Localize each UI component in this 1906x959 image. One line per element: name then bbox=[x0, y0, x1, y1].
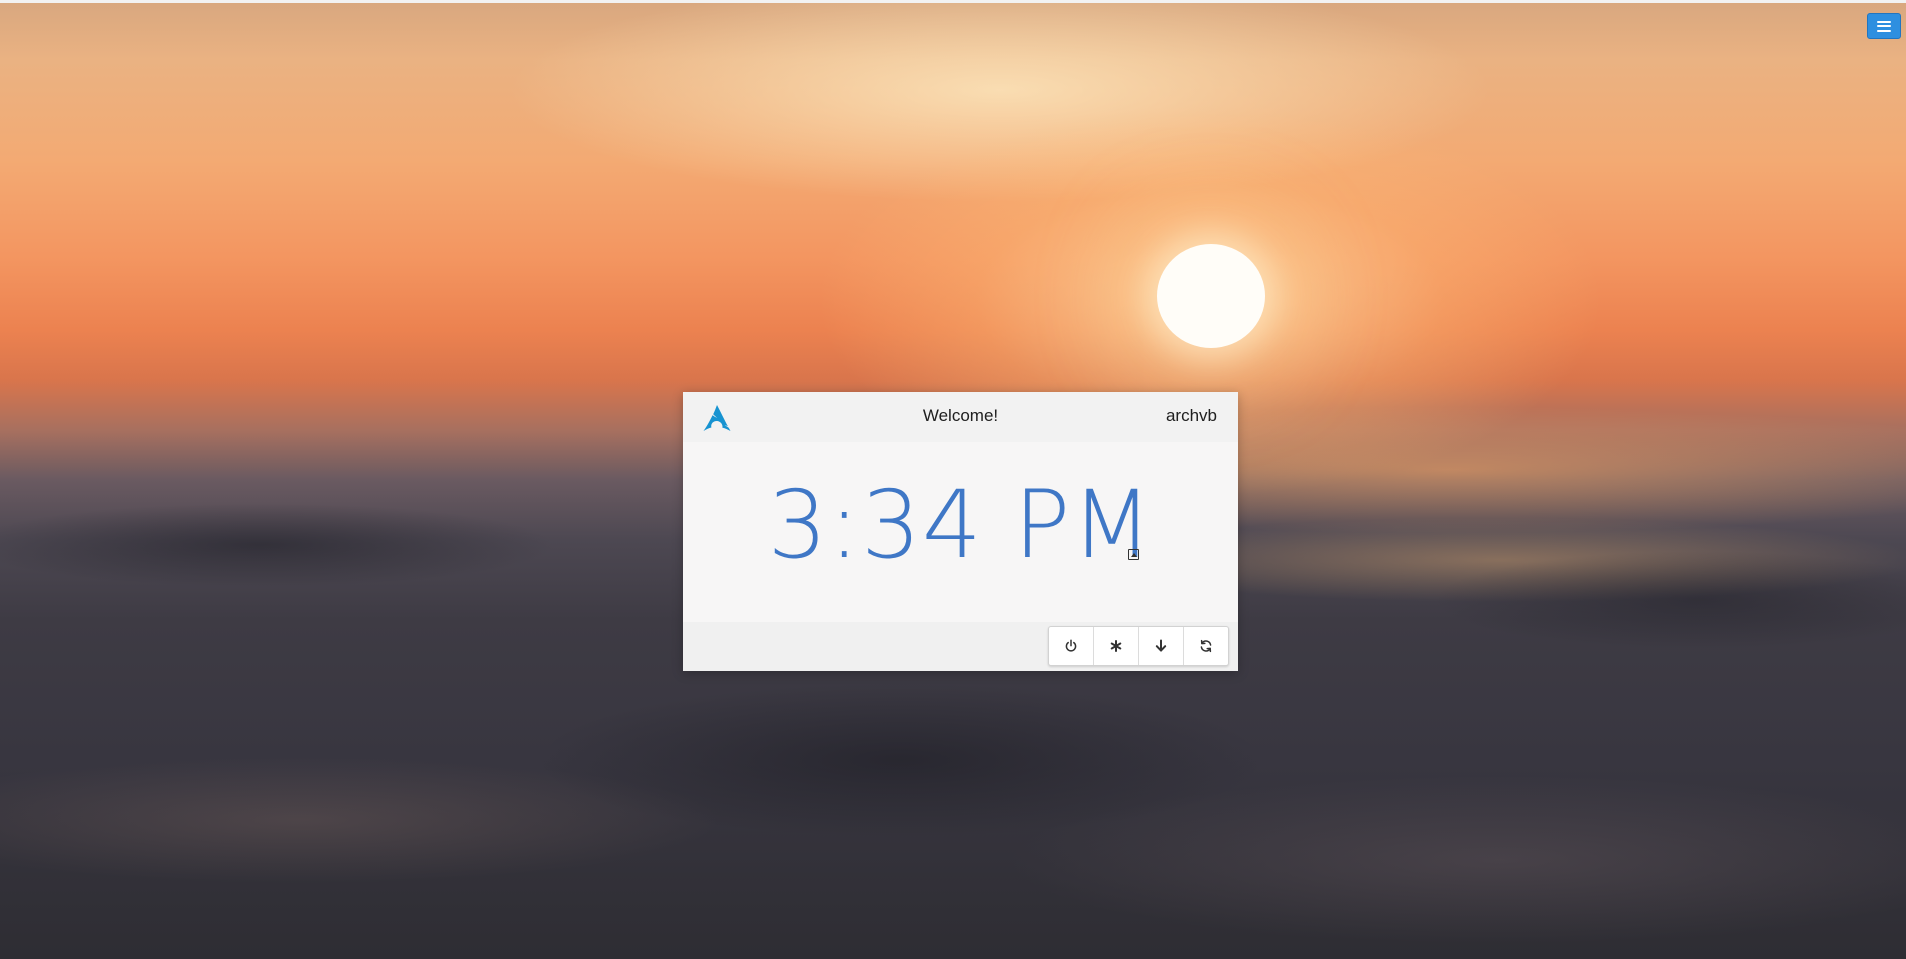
greeter-body: 3:34 PM bbox=[683, 442, 1238, 622]
hibernate-button[interactable] bbox=[1094, 627, 1139, 665]
system-actions-group bbox=[1048, 626, 1229, 666]
wallpaper-sun bbox=[1157, 244, 1265, 348]
shutdown-button[interactable] bbox=[1049, 627, 1094, 665]
restart-button[interactable] bbox=[1184, 627, 1228, 665]
welcome-message: Welcome! bbox=[922, 406, 999, 425]
hamburger-menu-icon bbox=[1877, 20, 1891, 32]
power-icon bbox=[1065, 639, 1077, 652]
eject-icon[interactable] bbox=[1128, 549, 1139, 560]
greeter-footer bbox=[683, 622, 1238, 671]
refresh-icon bbox=[1200, 639, 1212, 653]
menu-button[interactable] bbox=[1867, 13, 1901, 39]
hostname-label: archvb bbox=[1165, 406, 1217, 425]
clock-display: 3:34 PM bbox=[767, 471, 1154, 580]
top-edge-line bbox=[0, 0, 1906, 3]
greeter-header: Welcome! archvb bbox=[683, 392, 1238, 442]
asterisk-icon bbox=[1110, 640, 1122, 652]
desktop: Welcome! archvb 3:34 PM bbox=[0, 0, 1906, 959]
suspend-button[interactable] bbox=[1139, 627, 1184, 665]
arrow-down-icon bbox=[1155, 639, 1167, 652]
login-greeter: Welcome! archvb 3:34 PM bbox=[683, 392, 1238, 671]
